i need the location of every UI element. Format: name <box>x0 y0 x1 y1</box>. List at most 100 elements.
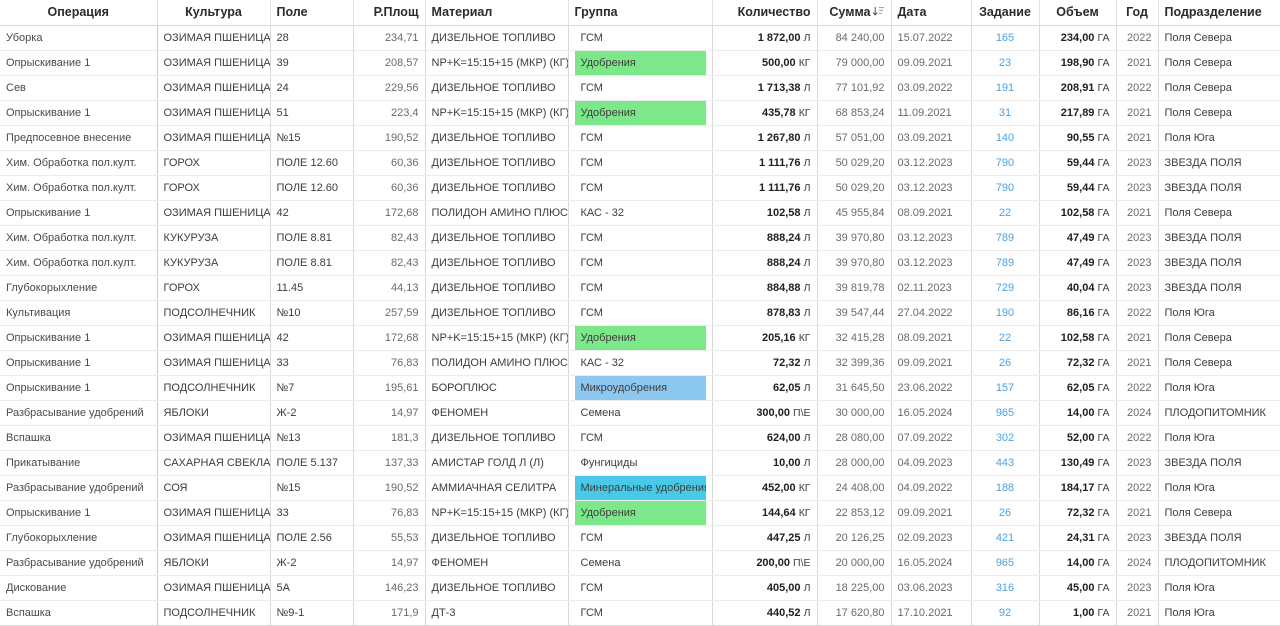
cell-area: 14,97 <box>353 550 426 576</box>
quantity-value: 144,64 <box>761 506 796 519</box>
table-row[interactable]: Разбрасывание удобрений СОЯ №15 190,52 АММИА… <box>0 475 1280 501</box>
column-header-task[interactable]: Задание <box>971 0 1040 26</box>
task-link[interactable]: 421 <box>996 532 1014 544</box>
table-row[interactable]: Опрыскивание 1 ОЗИМАЯ ПШЕНИЦА 39 208,57 NP+K… <box>0 50 1280 76</box>
task-link[interactable]: 191 <box>996 82 1014 94</box>
table-row[interactable]: Опрыскивание 1 ОЗИМАЯ ПШЕНИЦА 33 76,83 ПОЛИД… <box>0 350 1280 376</box>
cell-area: 190,52 <box>353 475 426 501</box>
cell-field: ПОЛЕ 8.81 <box>270 225 354 251</box>
cell-culture: ПОДСОЛНЕЧНИК <box>157 300 271 326</box>
table-row[interactable]: Хим. Обработка пол.култ. ГОРОХ ПОЛЕ 12.60 6… <box>0 150 1280 176</box>
table-row[interactable]: Хим. Обработка пол.култ. КУКУРУЗА ПОЛЕ 8.8… <box>0 225 1280 251</box>
column-header-culture[interactable]: Культура <box>157 0 271 26</box>
task-link[interactable]: 31 <box>999 107 1011 119</box>
table-row[interactable]: Опрыскивание 1 ОЗИМАЯ ПШЕНИЦА 42 172,68 NP+K… <box>0 325 1280 351</box>
task-link[interactable]: 140 <box>996 132 1014 144</box>
column-header-field[interactable]: Поле <box>270 0 354 26</box>
table-row[interactable]: Дискование ОЗИМАЯ ПШЕНИЦА 5А 146,23 ДИЗЕЛЬНО… <box>0 575 1280 601</box>
table-row[interactable]: Уборка ОЗИМАЯ ПШЕНИЦА 28 234,71 ДИЗЕЛЬНОЕ ТО… <box>0 25 1280 51</box>
cell-quantity: 10,00 Л <box>712 450 818 476</box>
task-link[interactable]: 26 <box>999 357 1011 369</box>
task-link[interactable]: 789 <box>996 257 1014 269</box>
table-row[interactable]: Глубокорыхление ГОРОХ 11.45 44,13 ДИЗЕЛЬНОЕ … <box>0 275 1280 301</box>
volume-value: 217,89 <box>1060 106 1095 119</box>
task-link[interactable]: 22 <box>999 207 1011 219</box>
cell-field: ПОЛЕ 12.60 <box>270 175 354 201</box>
column-header-group[interactable]: Группа <box>568 0 713 26</box>
cell-division: Поля Севера <box>1158 500 1280 526</box>
task-link[interactable]: 443 <box>996 457 1014 469</box>
table-row[interactable]: Разбрасывание удобрений ЯБЛОКИ Ж-2 14,97 ФЕН… <box>0 400 1280 426</box>
cell-quantity: 1 267,80 Л <box>712 125 818 151</box>
task-link[interactable]: 790 <box>996 157 1014 169</box>
cell-area: 14,97 <box>353 400 426 426</box>
column-header-date[interactable]: Дата <box>891 0 972 26</box>
cell-material: ПОЛИДОН АМИНО ПЛЮС <box>425 350 569 376</box>
cell-task: 31 <box>971 100 1040 126</box>
table-row[interactable]: Вспашка ПОДСОЛНЕЧНИК №9-1 171,9 ДТ-3 ГСМ 440,5… <box>0 600 1280 626</box>
task-link[interactable]: 22 <box>999 332 1011 344</box>
table-row[interactable]: Разбрасывание удобрений ЯБЛОКИ Ж-2 14,97 ФЕН… <box>0 550 1280 576</box>
quantity-unit: Л <box>803 206 811 219</box>
cell-year: 2021 <box>1116 325 1159 351</box>
cell-quantity: 888,24 Л <box>712 225 818 251</box>
table-row[interactable]: Опрыскивание 1 ОЗИМАЯ ПШЕНИЦА 33 76,83 NP+K=… <box>0 500 1280 526</box>
cell-operation: Опрыскивание 1 <box>0 350 158 376</box>
cell-field: ПОЛЕ 2.56 <box>270 525 354 551</box>
cell-quantity: 200,00 П\Е <box>712 550 818 576</box>
volume-unit: ГА <box>1097 206 1110 219</box>
operations-data-grid[interactable]: Операция Культура Поле Р.Площ Материал Г… <box>0 0 1280 626</box>
cell-area: 60,36 <box>353 175 426 201</box>
table-row[interactable]: Хим. Обработка пол.култ. ГОРОХ ПОЛЕ 12.60 6… <box>0 175 1280 201</box>
table-row[interactable]: Сев ОЗИМАЯ ПШЕНИЦА 24 229,56 ДИЗЕЛЬНОЕ ТОПЛИ… <box>0 75 1280 101</box>
task-link[interactable]: 729 <box>996 282 1014 294</box>
cell-volume: 102,58 ГА <box>1039 200 1117 226</box>
column-header-area[interactable]: Р.Площ <box>353 0 426 26</box>
cell-area: 257,59 <box>353 300 426 326</box>
column-header-material[interactable]: Материал <box>425 0 569 26</box>
task-link[interactable]: 165 <box>996 32 1014 44</box>
cell-volume: 184,17 ГА <box>1039 475 1117 501</box>
cell-material: ДИЗЕЛЬНОЕ ТОПЛИВО <box>425 425 569 451</box>
task-link[interactable]: 965 <box>996 407 1014 419</box>
quantity-value: 500,00 <box>761 56 796 69</box>
column-header-sum[interactable]: Сумма <box>817 0 892 26</box>
column-header-division[interactable]: Подразделение <box>1158 0 1280 26</box>
cell-group: Фунгициды <box>568 450 713 476</box>
column-header-volume[interactable]: Объем <box>1039 0 1117 26</box>
table-row[interactable]: Предпосевное внесение ОЗИМАЯ ПШЕНИЦА №15 19… <box>0 125 1280 151</box>
task-link[interactable]: 157 <box>996 382 1014 394</box>
column-header-operation[interactable]: Операция <box>0 0 158 26</box>
task-link[interactable]: 26 <box>999 507 1011 519</box>
table-row[interactable]: Культивация ПОДСОЛНЕЧНИК №10 257,59 ДИЗЕЛЬНО… <box>0 300 1280 326</box>
cell-field: 39 <box>270 50 354 76</box>
table-row[interactable]: Прикатывание САХАРНАЯ СВЕКЛА ПОЛЕ 5.137 137… <box>0 450 1280 476</box>
table-row[interactable]: Опрыскивание 1 ОЗИМАЯ ПШЕНИЦА 51 223,4 NP+K=… <box>0 100 1280 126</box>
table-row[interactable]: Хим. Обработка пол.култ. КУКУРУЗА ПОЛЕ 8.8… <box>0 250 1280 276</box>
task-link[interactable]: 790 <box>996 182 1014 194</box>
cell-material: ДИЗЕЛЬНОЕ ТОПЛИВО <box>425 75 569 101</box>
cell-group: Семена <box>568 550 713 576</box>
quantity-value: 452,00 <box>761 481 796 494</box>
table-row[interactable]: Опрыскивание 1 ОЗИМАЯ ПШЕНИЦА 42 172,68 ПОЛИ… <box>0 200 1280 226</box>
cell-operation: Опрыскивание 1 <box>0 375 158 401</box>
task-link[interactable]: 789 <box>996 232 1014 244</box>
table-row[interactable]: Опрыскивание 1 ПОДСОЛНЕЧНИК №7 195,61 БОРОПЛ… <box>0 375 1280 401</box>
column-header-quantity[interactable]: Количество <box>712 0 818 26</box>
task-link[interactable]: 302 <box>996 432 1014 444</box>
volume-value: 72,32 <box>1066 356 1095 369</box>
task-link[interactable]: 23 <box>999 57 1011 69</box>
task-link[interactable]: 316 <box>996 582 1014 594</box>
task-link[interactable]: 188 <box>996 482 1014 494</box>
cell-material: ДИЗЕЛЬНОЕ ТОПЛИВО <box>425 275 569 301</box>
volume-value: 59,44 <box>1066 181 1095 194</box>
table-row[interactable]: Вспашка ОЗИМАЯ ПШЕНИЦА №13 181,3 ДИЗЕЛЬНОЕ Т… <box>0 425 1280 451</box>
task-link[interactable]: 92 <box>999 607 1011 619</box>
column-header-year[interactable]: Год <box>1116 0 1159 26</box>
task-link[interactable]: 190 <box>996 307 1014 319</box>
cell-volume: 102,58 ГА <box>1039 325 1117 351</box>
cell-operation: Опрыскивание 1 <box>0 325 158 351</box>
cell-task: 316 <box>971 575 1040 601</box>
table-row[interactable]: Глубокорыхление ОЗИМАЯ ПШЕНИЦА ПОЛЕ 2.56 55… <box>0 525 1280 551</box>
task-link[interactable]: 965 <box>996 557 1014 569</box>
